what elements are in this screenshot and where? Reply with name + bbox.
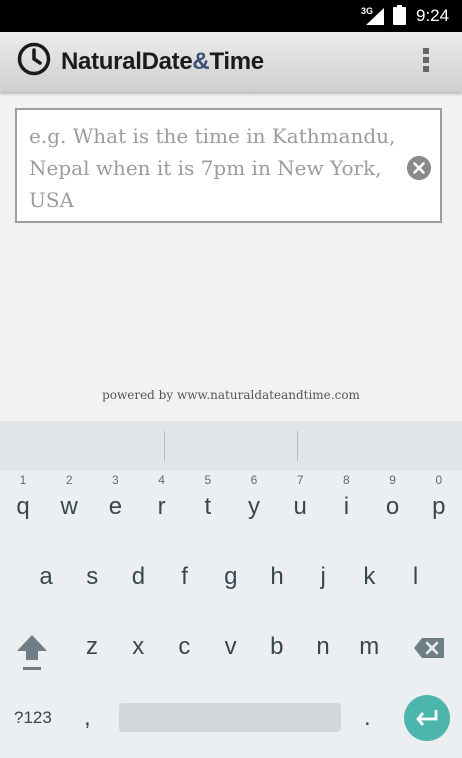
suggestion-divider	[164, 431, 165, 461]
soft-keyboard: ?123 , . q1w2e3r4t5y6u7i8o9p0 asdfghjkl zx…	[0, 421, 462, 758]
suggestion-strip[interactable]	[0, 421, 462, 471]
key-z[interactable]: z	[69, 617, 115, 677]
key-f[interactable]: f	[162, 547, 208, 607]
key-c[interactable]: c	[161, 617, 207, 677]
key-v[interactable]: v	[208, 617, 254, 677]
key-x[interactable]: x	[115, 617, 161, 677]
signal-icon	[366, 8, 384, 25]
clear-icon[interactable]	[407, 156, 431, 180]
app-bar: NaturalDate&Time	[0, 32, 462, 92]
key-t[interactable]: t5	[185, 473, 231, 537]
enter-icon	[416, 710, 438, 726]
app-title-time: Time	[209, 48, 264, 75]
suggestion-divider	[297, 431, 298, 461]
key-hint: 8	[343, 473, 350, 487]
key-hint: 7	[296, 473, 304, 487]
key-hint: 0	[435, 473, 443, 487]
key-y[interactable]: y6	[231, 473, 277, 537]
key-b[interactable]: b	[254, 617, 300, 677]
key-d[interactable]: d	[115, 547, 161, 607]
key-s[interactable]: s	[69, 547, 115, 607]
key-hint: 6	[250, 473, 258, 487]
key-l[interactable]: l	[393, 547, 439, 607]
key-hint: 2	[65, 473, 73, 487]
key-h[interactable]: h	[254, 547, 300, 607]
key-hint: 4	[158, 473, 165, 487]
app-title-natural-date: NaturalDate	[61, 48, 193, 75]
overflow-menu-icon[interactable]	[416, 48, 436, 78]
key-hint: 1	[19, 473, 27, 487]
key-e[interactable]: e3	[92, 473, 138, 537]
key-q[interactable]: q1	[0, 473, 46, 537]
key-hint: 9	[389, 473, 396, 487]
status-time: 9:24	[416, 6, 450, 25]
key-p[interactable]: p0	[416, 473, 462, 537]
spacebar-key[interactable]	[119, 703, 341, 732]
key-o[interactable]: o9	[370, 473, 416, 537]
app-title: NaturalDate&Time	[61, 48, 264, 76]
key-i[interactable]: i8	[323, 473, 369, 537]
key-j[interactable]: j	[300, 547, 346, 607]
key-a[interactable]: a	[23, 547, 69, 607]
battery-icon	[393, 5, 406, 25]
key-w[interactable]: w2	[46, 473, 92, 537]
query-input-box[interactable]: e.g. What is the time in Kathmandu, Nepa…	[15, 108, 442, 223]
app-title-ampersand: &	[192, 48, 210, 75]
enter-key[interactable]	[404, 695, 450, 741]
key-n[interactable]: n	[300, 617, 346, 677]
key-m[interactable]: m	[346, 617, 392, 677]
key-r[interactable]: r4	[139, 473, 185, 537]
powered-by-text: powered by www.naturaldateandtime.com	[102, 388, 360, 402]
shift-icon[interactable]	[15, 633, 49, 673]
backspace-icon[interactable]	[413, 637, 445, 659]
status-bar: 3G 9:24	[0, 0, 462, 32]
comma-key[interactable]: ,	[84, 704, 91, 732]
key-hint: 5	[204, 473, 212, 487]
key-hint: 3	[112, 473, 119, 487]
key-g[interactable]: g	[208, 547, 254, 607]
clock-icon	[17, 42, 51, 76]
symbols-key[interactable]: ?123	[14, 708, 52, 728]
query-input[interactable]: e.g. What is the time in Kathmandu, Nepa…	[29, 120, 399, 216]
period-key[interactable]: .	[364, 704, 371, 732]
key-k[interactable]: k	[346, 547, 392, 607]
key-u[interactable]: u7	[277, 473, 323, 537]
